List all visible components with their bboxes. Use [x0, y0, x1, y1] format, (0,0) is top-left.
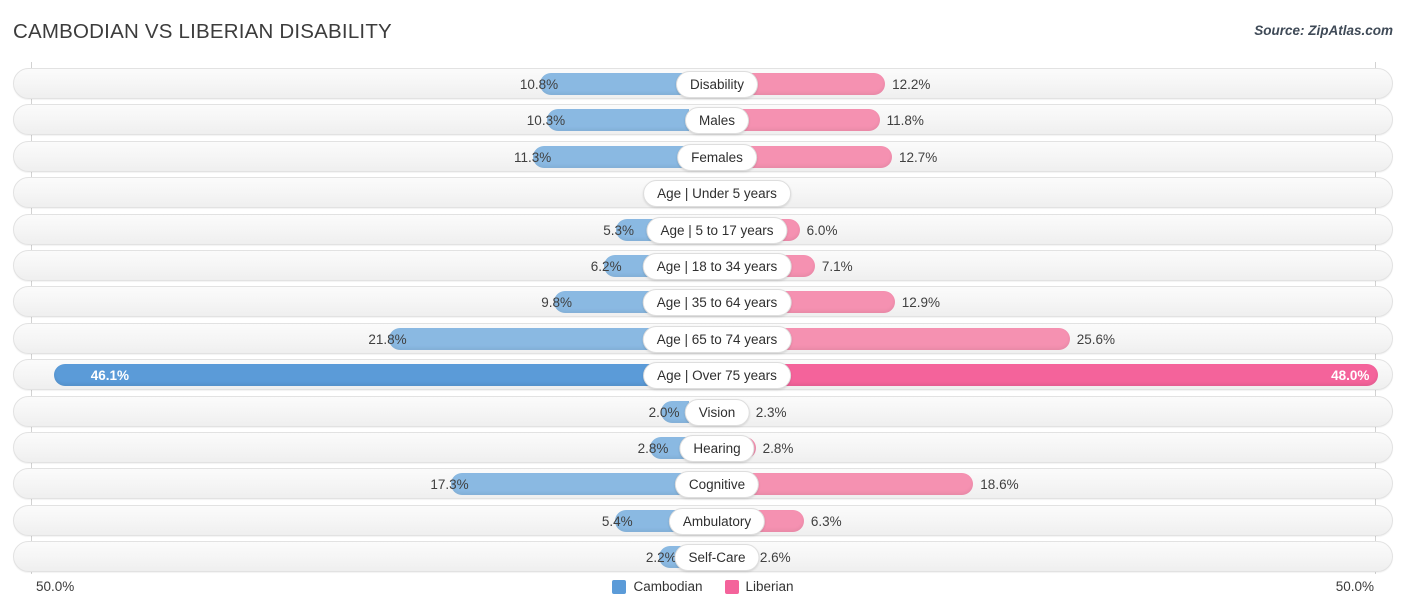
value-label-liberian: 12.7%: [899, 149, 938, 165]
value-label-liberian: 12.9%: [901, 295, 941, 311]
value-label-cambodian: 2.2%: [645, 550, 677, 566]
category-label[interactable]: Cognitive: [674, 471, 760, 499]
category-label[interactable]: Age | 65 to 74 years: [642, 325, 792, 353]
value-label-liberian: 6.3%: [810, 513, 842, 529]
bar-cambodian: [533, 145, 689, 168]
bar-cambodian: [540, 73, 689, 95]
value-label-cambodian: 21.8%: [368, 331, 407, 347]
value-label-liberian: 48.0%: [1331, 368, 1370, 384]
table-row[interactable]: 2.8% 2.8% Hearing: [13, 432, 1393, 463]
legend-label: Cambodian: [633, 579, 703, 594]
table-row[interactable]: 2.0% 2.3% Vision: [13, 395, 1393, 427]
chart-header: CAMBODIAN VS LIBERIAN DISABILITY Source:…: [0, 0, 1406, 58]
legend-label: Liberian: [745, 579, 794, 594]
category-label[interactable]: Age | Under 5 years: [643, 180, 791, 208]
value-label-liberian: 12.2%: [892, 77, 931, 92]
table-row[interactable]: 6.2% 7.1% Age | 18 to 34 years: [13, 250, 1393, 281]
chart-legend: Cambodian Liberian: [0, 579, 1406, 594]
category-label[interactable]: Disability: [675, 71, 759, 98]
category-label[interactable]: Vision: [684, 398, 750, 426]
table-row[interactable]: 2.2% 2.6% Self-Care: [13, 541, 1393, 573]
table-row[interactable]: 21.8% 25.6% Age | 65 to 74 years: [13, 322, 1393, 354]
value-label-cambodian: 6.2%: [590, 259, 622, 274]
category-label[interactable]: Age | 35 to 64 years: [642, 289, 792, 317]
legend-item[interactable]: Cambodian: [612, 579, 703, 594]
chart-page: CAMBODIAN VS LIBERIAN DISABILITY Source:…: [0, 0, 1406, 612]
category-label[interactable]: Age | 18 to 34 years: [642, 253, 792, 280]
bar-cambodian: [547, 109, 689, 132]
value-label-liberian: 11.8%: [886, 113, 924, 129]
source-attribution: Source: ZipAtlas.com: [1254, 23, 1393, 38]
legend-swatch-icon: [724, 579, 739, 594]
chart-plot-area: 10.8% 12.2% Disability 10.3% 11.8% Males 11.3%…: [0, 62, 1406, 574]
value-label-liberian: 25.6%: [1076, 331, 1116, 347]
value-label-liberian: 18.6%: [980, 477, 1019, 493]
value-label-cambodian: 46.1%: [90, 368, 130, 384]
table-row[interactable]: 10.8% 12.2% Disability: [13, 68, 1393, 99]
value-label-liberian: 2.3%: [755, 404, 787, 420]
table-row[interactable]: 1.2%1.3%Age | Under 5 years: [13, 177, 1393, 209]
table-row[interactable]: 10.3% 11.8% Males: [13, 104, 1393, 136]
value-label-cambodian: 5.4%: [601, 513, 633, 529]
value-label-cambodian: 5.3%: [603, 222, 634, 238]
value-label-cambodian: 10.3%: [526, 113, 566, 129]
legend-item[interactable]: Liberian: [724, 579, 794, 594]
table-row[interactable]: 17.3% 18.6% Cognitive: [13, 468, 1393, 500]
category-label[interactable]: Ambulatory: [668, 507, 766, 535]
value-label-liberian: 7.1%: [821, 259, 853, 274]
value-label-cambodian: 9.8%: [541, 295, 572, 311]
value-label-cambodian: 10.8%: [519, 77, 559, 92]
table-row[interactable]: 11.3% 12.7% Females: [13, 140, 1393, 172]
category-label[interactable]: Hearing: [679, 435, 755, 462]
chart-footer: 50.0% 50.0% Cambodian Liberian: [0, 575, 1406, 612]
value-label-cambodian: 2.8%: [637, 441, 669, 456]
value-label-liberian: 6.0%: [806, 222, 838, 238]
category-label[interactable]: Males: [684, 107, 750, 135]
bar-cambodian: [450, 473, 689, 496]
value-label-cambodian: 11.3%: [514, 149, 552, 165]
category-label[interactable]: Age | Over 75 years: [643, 362, 791, 390]
table-row[interactable]: 9.8% 12.9% Age | 35 to 64 years: [13, 286, 1393, 318]
value-label-liberian: 2.6%: [759, 550, 791, 566]
table-row[interactable]: 5.3% 6.0% Age | 5 to 17 years: [13, 213, 1393, 245]
legend-swatch-icon: [612, 579, 627, 594]
category-label[interactable]: Self-Care: [674, 544, 760, 572]
table-row[interactable]: 46.1% 48.0% Age | Over 75 years: [13, 359, 1393, 391]
table-row[interactable]: 5.4% 6.3% Ambulatory: [13, 504, 1393, 536]
category-label[interactable]: Age | 5 to 17 years: [646, 216, 788, 244]
page-title: CAMBODIAN VS LIBERIAN DISABILITY: [13, 20, 392, 43]
value-label-liberian: 2.8%: [762, 441, 794, 456]
value-label-cambodian: 17.3%: [430, 477, 469, 493]
category-label[interactable]: Females: [677, 143, 757, 171]
value-label-cambodian: 2.0%: [648, 404, 680, 420]
